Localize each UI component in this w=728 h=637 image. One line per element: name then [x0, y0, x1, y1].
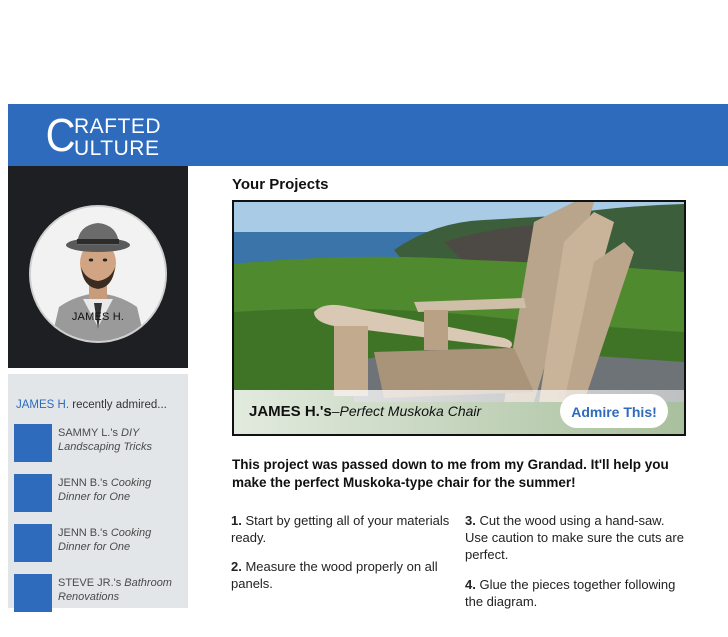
admired-item-text[interactable]: STEVE JR.'s Bathroom Renovations — [58, 576, 186, 604]
admired-author: JENN B.'s — [58, 527, 111, 539]
profile-panel: JAMES H. — [8, 166, 188, 368]
recently-admired-heading: JAMES H. recently admired... — [16, 399, 167, 411]
admired-item[interactable]: JENN B.'s Cooking Dinner for One — [14, 524, 186, 562]
step-number: 2. — [231, 559, 242, 574]
crafted-culture-logo[interactable]: C RAFTED ULTURE — [44, 109, 174, 161]
admired-author: SAMMY L.'s — [58, 427, 122, 439]
admired-title-line2: Renovations — [58, 591, 120, 603]
admired-title: Cooking — [110, 527, 152, 539]
project-description: This project was passed down to me from … — [232, 457, 669, 490]
project-photo[interactable]: JAMES H.'s–Perfect Muskoka Chair Admire … — [232, 200, 686, 436]
admired-title: DIY — [121, 427, 140, 439]
admired-title-line2: Dinner for One — [58, 541, 131, 553]
caption-title: –Perfect Muskoka Chair — [331, 403, 482, 419]
step-number: 1. — [231, 513, 242, 528]
avatar[interactable]: JAMES H. — [29, 205, 167, 343]
step-4: 4. Glue the pieces together following th… — [465, 576, 687, 610]
admired-item-text[interactable]: JENN B.'s Cooking Dinner for One — [58, 476, 186, 504]
logo-line-1: RAFTED — [74, 115, 161, 138]
step-text: Start by getting all of your materials r… — [231, 513, 450, 545]
step-text: Cut the wood using a hand-saw. Use cauti… — [465, 513, 684, 562]
step-1: 1. Start by getting all of your material… — [231, 512, 453, 546]
admired-author: STEVE JR.'s — [58, 577, 125, 589]
step-number: 3. — [465, 513, 476, 528]
admirer-name-link[interactable]: JAMES H. — [16, 399, 69, 411]
admire-this-button[interactable]: Admire This! — [560, 394, 668, 428]
admired-title: Cooking — [110, 477, 152, 489]
admired-item-text[interactable]: SAMMY L.'s DIY Landscaping Tricks — [58, 426, 186, 454]
admired-item[interactable]: JENN B.'s Cooking Dinner for One — [14, 474, 186, 512]
caption-author[interactable]: JAMES H.'s — [249, 403, 332, 420]
logo-initial: C — [45, 109, 76, 161]
step-2: 2. Measure the wood properly on all pane… — [231, 558, 453, 592]
project-thumbnail[interactable] — [14, 424, 52, 462]
project-thumbnail[interactable] — [14, 474, 52, 512]
admired-item-text[interactable]: JENN B.'s Cooking Dinner for One — [58, 526, 186, 554]
logo-line-2: ULTURE — [74, 137, 160, 160]
step-text: Glue the pieces together following the d… — [465, 577, 676, 609]
site-header: C RAFTED ULTURE — [8, 104, 728, 166]
recently-admired-suffix: recently admired... — [69, 399, 167, 411]
avatar-name-label: JAMES H. — [71, 311, 125, 323]
admired-item[interactable]: SAMMY L.'s DIY Landscaping Tricks — [14, 424, 186, 462]
project-caption: JAMES H.'s–Perfect Muskoka Chair — [249, 403, 481, 420]
recently-admired-panel: JAMES H. recently admired... SAMMY L.'s … — [8, 374, 188, 612]
admired-item[interactable]: STEVE JR.'s Bathroom Renovations — [14, 574, 186, 612]
admired-title: Bathroom — [124, 577, 172, 589]
admired-author: JENN B.'s — [58, 477, 111, 489]
step-3: 3. Cut the wood using a hand-saw. Use ca… — [465, 512, 687, 563]
admired-title-line2: Dinner for One — [58, 491, 131, 503]
caption-bar: JAMES H.'s–Perfect Muskoka Chair Admire … — [234, 390, 684, 434]
project-thumbnail[interactable] — [14, 524, 52, 562]
admired-title-line2: Landscaping Tricks — [58, 441, 152, 453]
step-number: 4. — [465, 577, 476, 592]
project-thumbnail[interactable] — [14, 574, 52, 612]
step-text: Measure the wood properly on all panels. — [231, 559, 438, 591]
your-projects-heading: Your Projects — [232, 176, 329, 193]
